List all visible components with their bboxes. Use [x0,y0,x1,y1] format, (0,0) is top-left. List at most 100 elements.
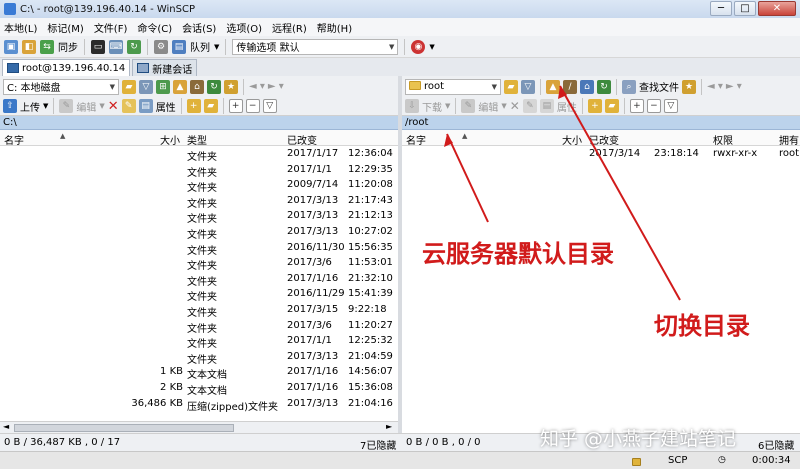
unselect-icon[interactable]: − [646,99,661,113]
chevron-down-icon[interactable]: ▼ [99,102,104,110]
menu-file[interactable]: 文件(F) [94,20,128,35]
filter-select-icon[interactable]: ▽ [663,99,678,113]
table-row[interactable]: PerfLogs文件夹2009/7/1411:20:08 [0,177,398,194]
table-row[interactable]: phpStudy20161103文件夹2017/3/1321:12:13 [0,208,398,225]
find-files-icon[interactable]: ⌕ [622,79,636,94]
col-name[interactable]: 名字 [4,132,24,147]
table-row[interactable]: Users文件夹2016/11/2915:41:39 [0,286,398,303]
scrollbar-thumb[interactable] [14,424,234,432]
putty-icon[interactable]: ⌨ [109,39,123,54]
col-modified[interactable]: 已改变 [589,132,619,147]
home-icon[interactable]: ⌂ [580,79,594,94]
transfer-options-select[interactable]: 传输选项 默认 ▼ [232,38,399,55]
table-row[interactable]: Program Files (x86)文件夹2017/3/611:53:01 [0,255,398,272]
select-all-icon[interactable]: + [228,99,243,113]
bookmark-icon[interactable]: ★ [682,79,696,94]
scroll-left-icon[interactable]: ◄ [3,422,9,431]
tab-session-root[interactable]: root@139.196.40.14 [2,59,131,76]
upload-icon[interactable]: ⇧ [3,99,17,113]
remote-dir-select[interactable]: root ▼ [405,78,501,95]
refresh-session-icon[interactable]: ↻ [127,39,141,54]
edit-button[interactable]: 编辑 [76,99,96,114]
download-button[interactable]: 下载 [422,99,442,114]
properties-button[interactable]: 属性 [156,99,176,114]
console-icon[interactable]: ▭ [91,39,105,54]
table-row[interactable]: .. 2017/3/14 23:18:14 rwxr-xr-x root [402,146,800,162]
table-row[interactable]: work文件夹2017/1/112:25:32 [0,333,398,350]
filter-icon[interactable]: ▽ [521,79,535,94]
table-row[interactable]: LibAntiPrtSc_ERROR....1 KB文本文档2017/1/161… [0,364,398,381]
open-folder-icon[interactable]: ▰ [122,79,136,94]
table-row[interactable]: winsoft文件夹2017/3/611:20:27 [0,318,398,335]
menu-mark[interactable]: 标记(M) [47,20,83,35]
refresh-icon[interactable]: ↻ [207,79,221,94]
chevron-down-icon[interactable]: ▼ [501,102,506,110]
col-size[interactable]: 大小 [562,132,582,147]
rename-icon[interactable]: ✎ [121,99,136,113]
scroll-right-icon[interactable]: ► [386,422,392,431]
col-name[interactable]: 名字 [406,132,426,147]
col-size[interactable]: 大小 [160,132,180,147]
tree-icon[interactable]: ⊞ [156,79,170,94]
edit-button[interactable]: 编辑 [478,99,498,114]
back-arrow-icon[interactable]: ◄ ▾ [249,81,265,92]
table-row[interactable]: MyDownloads文件夹2017/1/112:29:35 [0,162,398,179]
download-icon[interactable]: ⇩ [405,99,419,113]
col-owner[interactable]: 拥有 [779,132,799,147]
menu-remote[interactable]: 远程(R) [272,20,307,35]
parent-dir-icon[interactable]: ▲ [173,79,187,94]
forward-arrow-icon[interactable]: ► ▾ [726,81,742,92]
col-rights[interactable]: 权限 [713,132,733,147]
menu-session[interactable]: 会话(S) [182,20,216,35]
table-row[interactable]: Windows文件夹2017/3/159:22:18 [0,302,398,319]
edit-icon[interactable]: ✎ [461,99,476,113]
filter-select-icon[interactable]: ▽ [262,99,277,113]
chevron-down-icon[interactable]: ▼ [214,43,219,51]
folder-icon[interactable]: ▰ [604,99,619,113]
properties-icon[interactable]: ▤ [138,99,153,113]
edit-icon[interactable]: ✎ [59,99,74,113]
table-row[interactable]: pi文件夹2017/3/1310:27:02 [0,224,398,241]
sync-button[interactable]: 同步 [58,39,78,54]
table-row[interactable]: Program Files文件夹2016/11/3015:56:35 [0,240,398,257]
globe-icon[interactable]: ◉ [411,39,426,54]
table-row[interactable]: LibAntiPrtSc_INFOR...2 KB文本文档2017/1/1615… [0,380,398,397]
refresh-icon[interactable]: ↻ [597,79,611,94]
new-folder-icon[interactable]: + [587,99,602,113]
select-all-icon[interactable]: + [629,99,644,113]
folder-icon[interactable]: ▰ [203,99,218,113]
menu-local[interactable]: 本地(L) [4,20,37,35]
properties-button[interactable]: 属性 [557,99,577,114]
local-horizontal-scrollbar[interactable]: ◄ ► [0,421,398,433]
close-button[interactable]: ✕ [758,1,796,16]
col-modified[interactable]: 已改变 [287,132,317,147]
upload-button[interactable]: 上传 [20,99,40,114]
minimize-button[interactable]: ─ [710,1,732,16]
compare-dirs-icon[interactable]: ◧ [22,39,36,54]
chevron-down-icon[interactable]: ▼ [445,102,450,110]
back-arrow-icon[interactable]: ◄ ▾ [707,81,723,92]
col-type[interactable]: 类型 [187,132,207,147]
table-row[interactable]: phpStudy20161103....36,486 KB压缩(zipped)文… [0,396,398,413]
gear-icon[interactable]: ⚙ [154,39,168,54]
queue-button[interactable]: 队列 [190,39,210,54]
rename-icon[interactable]: ✎ [522,99,537,113]
unselect-icon[interactable]: − [245,99,260,113]
chevron-down-icon[interactable]: ▼ [43,102,48,110]
properties-icon[interactable]: ▤ [539,99,554,113]
open-folder-icon[interactable]: ▰ [504,79,518,94]
menu-options[interactable]: 选项(O) [226,20,262,35]
parent-dir-icon[interactable]: ▲ [546,79,560,94]
table-row[interactable]: Python27文件夹2017/1/1621:32:10 [0,271,398,288]
local-drive-select[interactable]: C: 本地磁盘 ▼ [3,78,119,95]
local-view-icon[interactable]: ▣ [4,39,18,54]
queue-icon[interactable]: ▤ [172,39,186,54]
table-row[interactable]: KMPlayer文件夹2017/1/1712:36:04 [0,146,398,163]
forward-arrow-icon[interactable]: ► ▾ [268,81,284,92]
find-files-button[interactable]: 查找文件 [639,79,679,94]
table-row[interactable]: 迅雷下载文件夹2017/3/1321:04:59 [0,349,398,366]
chevron-down-icon[interactable]: ▼ [429,43,434,51]
table-row[interactable]: phpStudy文件夹2017/3/1321:17:43 [0,193,398,210]
root-dir-icon[interactable]: ⌂ [190,79,204,94]
filter-icon[interactable]: ▽ [139,79,153,94]
